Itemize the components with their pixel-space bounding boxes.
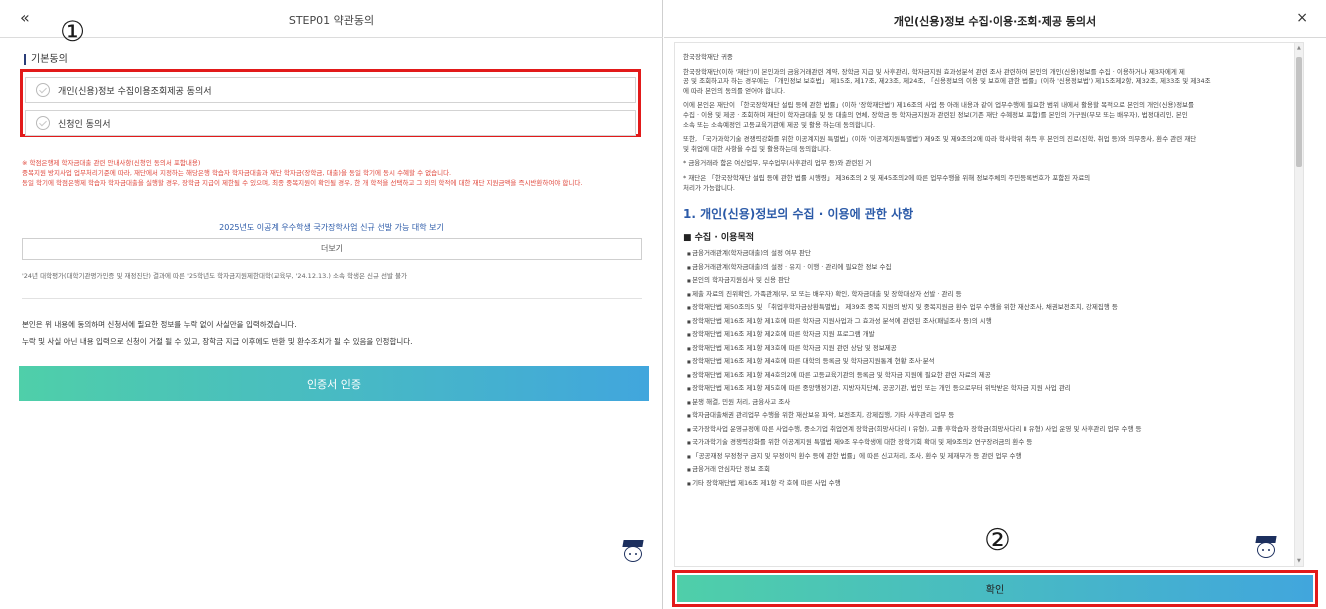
purpose-item: 장학재단법 제16조 제1항 제5호에 따른 중앙행정기관, 지방자치단체, 공…	[683, 382, 1287, 396]
confirm-button[interactable]: 확인	[677, 575, 1313, 602]
confirm-button-highlight: 확인	[672, 570, 1318, 607]
doc-line: * 금융거래라 함은 여신업무, 부수업무(사후관리 업무 등)와 관련된 거	[683, 159, 872, 168]
purpose-item: 장학재단법 제16조 제1항 제1호에 따른 학자금 지원사업과 그 효과성 분…	[683, 315, 1287, 329]
consent-list-highlight: 개인(신용)정보 수집이용조회제공 동의서 신청인 동의서	[20, 69, 641, 137]
modal-header: 개인(신용)정보 수집·이용·조회·제공 동의서 ×	[664, 0, 1326, 38]
section-title-basic-consent: 기본동의	[24, 54, 68, 65]
modal-title: 개인(신용)정보 수집·이용·조회·제공 동의서	[893, 15, 1097, 28]
consent-label: 신청인 동의서	[58, 119, 111, 130]
consent-item-personal-credit-info[interactable]: 개인(신용)정보 수집이용조회제공 동의서	[25, 77, 636, 103]
purpose-item: 학자금대출채권 관리업무 수행을 위한 재산보유 파악, 보전조치, 강제집행,…	[683, 409, 1287, 423]
close-icon[interactable]: ×	[1296, 10, 1308, 26]
purpose-item: 분쟁 해결, 민원 처리, 금융사고 조사	[683, 396, 1287, 410]
doc-line: * 재단은 「한국장학재단 설립 등에 관한 법률 시행령」 제36조의 2 및…	[683, 173, 1091, 182]
consent-document-modal: 개인(신용)정보 수집·이용·조회·제공 동의서 × 한국장학재단 귀중 한국장…	[664, 0, 1326, 609]
purpose-item: 기타 장학재단법 제16조 제1항 각 호에 따른 사업 수행	[683, 477, 1287, 491]
purpose-item: 장학재단법 제50조의5 및 「취업후학자금상환특별법」 제39조 중복 지원의…	[683, 301, 1287, 315]
consent-label: 개인(신용)정보 수집이용조회제공 동의서	[58, 86, 212, 97]
purpose-item: 금융거래 안심차단 정보 조회	[683, 463, 1287, 477]
purpose-item: 장학재단법 제16조 제1항 제2호에 따른 학자금 지원 프로그램 개발	[683, 328, 1287, 342]
check-circle-icon[interactable]	[36, 116, 50, 130]
purpose-item: 장학재단법 제16조 제1항 제4호에 따른 대학의 등록금 및 학자금지원통계…	[683, 355, 1287, 369]
document-scroll-area[interactable]: 한국장학재단 귀중 한국장학재단(이하 '재단')이 본인과의 금융거래관련 계…	[674, 42, 1304, 567]
vertical-scrollbar[interactable]: ▲ ▼	[1294, 43, 1303, 566]
document-body: 한국장학재단 귀중 한국장학재단(이하 '재단')이 본인과의 금융거래관련 계…	[683, 53, 1287, 490]
scroll-thumb[interactable]	[1296, 57, 1302, 167]
doc-line: 소속 또는 소속예정인 고등교육기관에 제공 및 활용 하는데 동의합니다.	[683, 120, 876, 129]
annotation-marker-2: ②	[984, 523, 1011, 558]
doc-line: 처리가 가능합니다.	[683, 183, 735, 192]
doc-line: 에 따라 본인의 동의를 얻어야 합니다.	[683, 86, 786, 95]
doc-line: 공 및 조회하고자 하는 경우에는 「개인정보 보호법」 제15조, 제17조,…	[683, 77, 1211, 86]
purpose-item: 국가장학사업 운영규정에 따른 사업수행, 중소기업 취업연계 장학금(희망사다…	[683, 423, 1287, 437]
purpose-item: 제출 자료의 진위확인, 가족관계(부, 모 또는 배우자) 확인, 학자금대출…	[683, 288, 1287, 302]
purpose-item: 본인의 학자금지원심사 및 신용 판단	[683, 274, 1287, 288]
scroll-up-arrow-icon[interactable]: ▲	[1297, 45, 1301, 51]
doc-line: 한국장학재단(이하 '재단')이 본인과의 금융거래관련 계약, 장학금 지급 …	[683, 67, 1185, 76]
mascot-icon[interactable]	[1253, 536, 1279, 562]
subsection-heading: ■ 수집 · 이용목적	[683, 233, 755, 244]
purpose-item: 금융거래관계(학자금대출)의 설정 여부 판단	[683, 247, 1287, 261]
section-heading: 1. 개인(신용)정보의 수집 · 이용에 관한 사항	[683, 207, 914, 222]
mascot-icon[interactable]	[620, 540, 646, 566]
eligible-university-link[interactable]: 2025년도 이공계 우수학생 국가장학사업 신규 선발 가능 대학 보기	[0, 222, 663, 233]
restriction-note: '24년 대학평가(대학기관평가인증 및 재정진단) 결과에 따른 '25학년도…	[22, 272, 408, 280]
mascot-face	[1257, 542, 1275, 558]
notice-line: 동일 학기에 학점은행제 학습자 학자금대출을 실행할 경우, 장학금 지급이 …	[22, 179, 583, 187]
left-header: « STEP01 약관동의	[0, 0, 663, 38]
doc-line: 이에 본인은 재단이 「한국장학재단 설립 등에 관한 법률」(이하 '장학재단…	[683, 101, 1195, 110]
doc-line: 및 취업에 대한 사항을 수집 및 활용하는데 동의합니다.	[683, 144, 832, 153]
doc-line: 또한, 「국가과학기술 경쟁력강화를 위한 이공계지원 특별법」(이하 '이공계…	[683, 135, 1197, 144]
consent-item-applicant-consent[interactable]: 신청인 동의서	[25, 110, 636, 136]
page-title: STEP01 약관동의	[288, 14, 375, 27]
purpose-item: 금융거래관계(학자금대출)의 설정 · 유지 · 이행 · 관리에 필요한 정보…	[683, 261, 1287, 275]
confirmation-statement: 누락 및 사실 아닌 내용 입력으로 신청이 거절 될 수 있고, 장학금 지급…	[22, 337, 413, 346]
credit-bank-loan-notice: ※ 학점은행제 학자금대출 관련 안내사항(신청인 동의서 포함내용) 중복지원…	[22, 158, 644, 188]
annotation-marker-1: ①	[60, 15, 86, 48]
purpose-item: 「공공재정 부정청구 금지 및 부정이익 환수 등에 관한 법률」에 따른 신고…	[683, 450, 1287, 464]
doc-line: 한국장학재단 귀중	[683, 53, 733, 61]
doc-line: 수집 · 이용 및 제공 · 조회하며 재단이 학자금대출 및 동 대출의 연체…	[683, 110, 1188, 119]
divider	[22, 298, 642, 299]
purpose-item: 장학재단법 제16조 제1항 제3호에 따른 학자금 지원 관련 상담 및 정보…	[683, 342, 1287, 356]
confirmation-statement: 본인은 위 내용에 동의하며 신청서에 필요한 정보를 누락 없이 사실만을 입…	[22, 320, 297, 329]
purpose-item: 장학재단법 제16조 제1항 제4호의2에 따른 고등교육기관의 등록금 및 학…	[683, 369, 1287, 383]
more-button[interactable]: 더보기	[22, 238, 642, 260]
certificate-auth-button[interactable]: 인증서 인증	[19, 366, 649, 401]
step01-terms-panel: « STEP01 약관동의 ① 기본동의 개인(신용)정보 수집이용조회제공 동…	[0, 0, 663, 609]
scroll-down-arrow-icon[interactable]: ▼	[1297, 558, 1301, 564]
purpose-item: 국가과학기술 경쟁력강화를 위한 이공계지원 특별법 제9조 우수학생에 대한 …	[683, 436, 1287, 450]
notice-line: ※ 학점은행제 학자금대출 관련 안내사항(신청인 동의서 포함내용)	[22, 159, 201, 167]
mascot-face	[624, 546, 642, 562]
check-circle-icon[interactable]	[36, 83, 50, 97]
notice-line: 중복지원 방지사업 업무처리기준에 따라, 재단에서 지정하는 해당은행 학습자…	[22, 169, 452, 177]
